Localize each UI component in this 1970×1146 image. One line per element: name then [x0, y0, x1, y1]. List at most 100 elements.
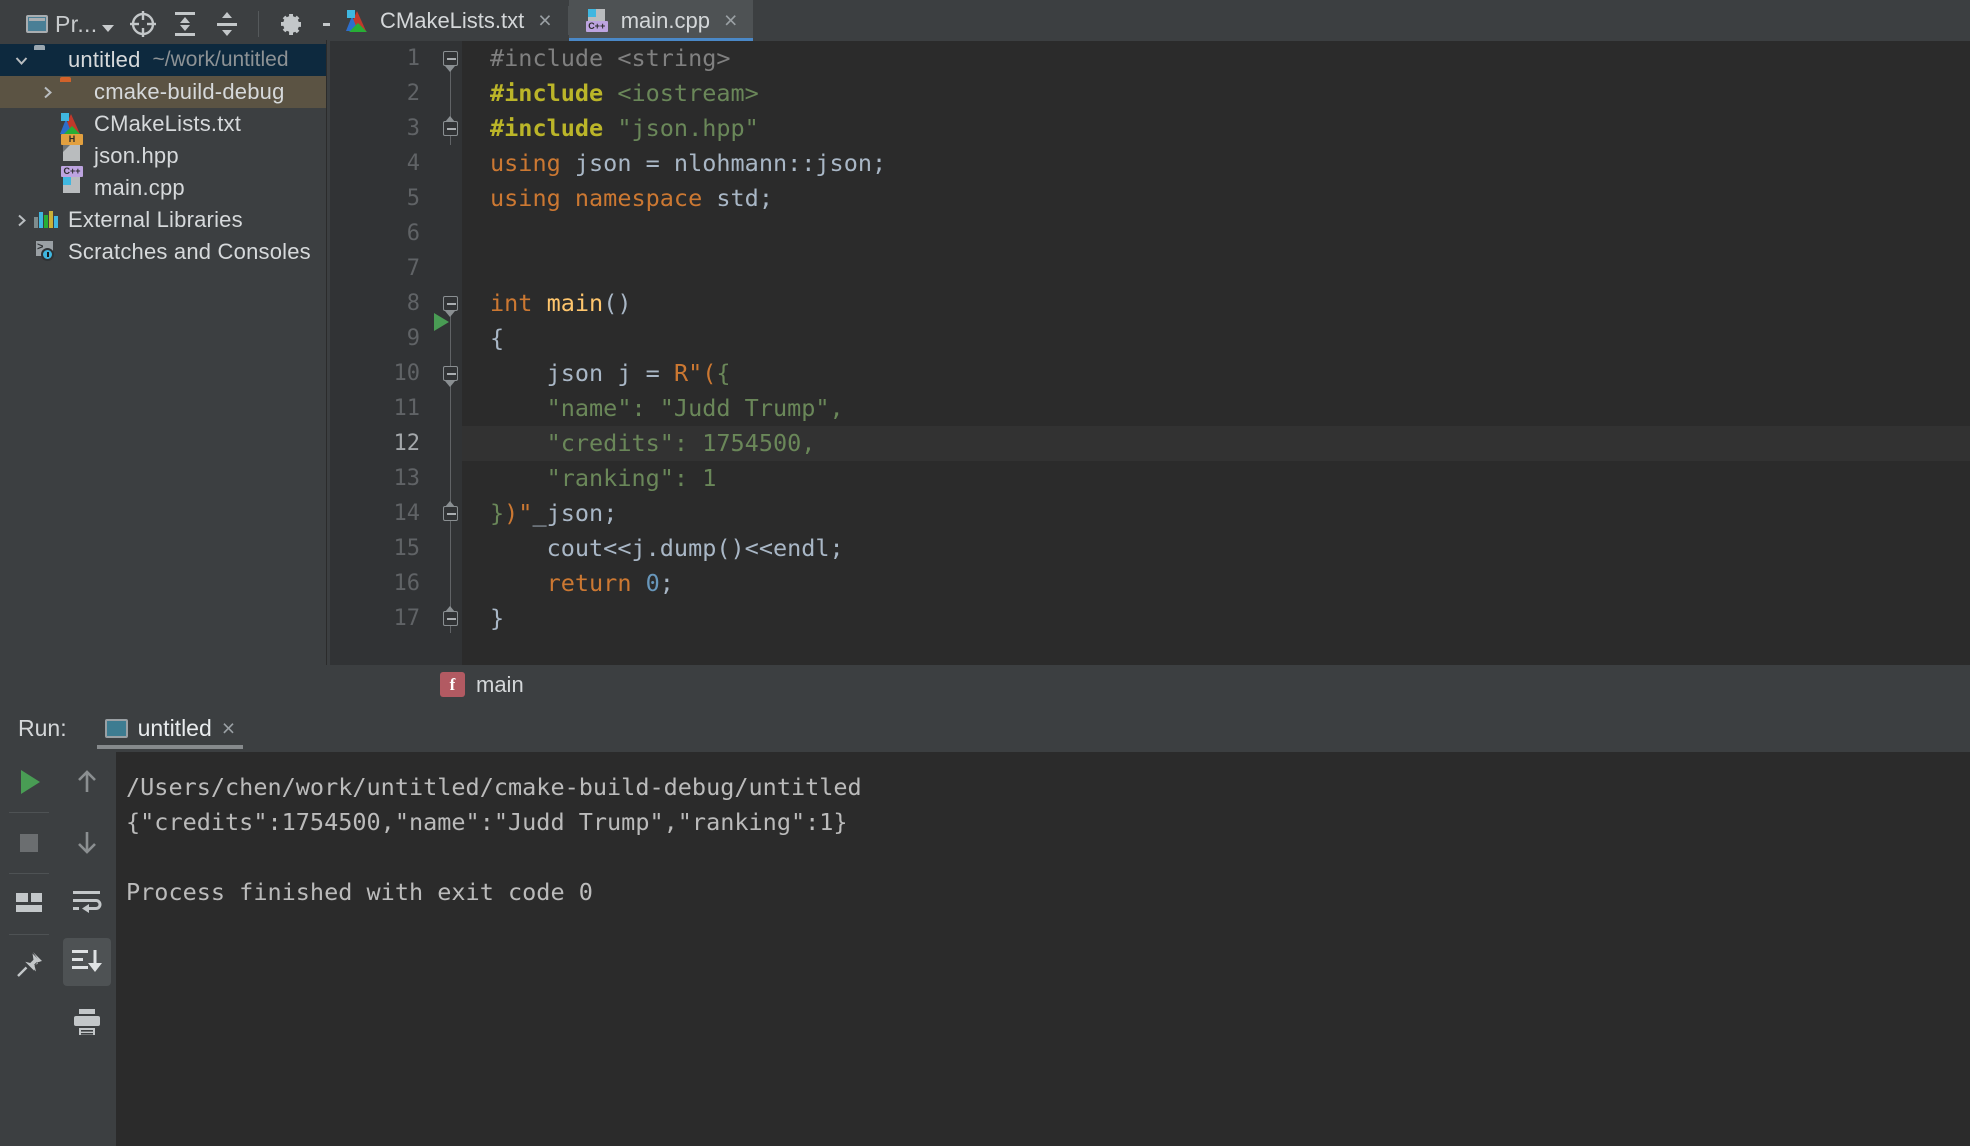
- code-line[interactable]: 5 using namespace std;: [330, 181, 1970, 216]
- tree-item-label: Scratches and Consoles: [68, 239, 311, 264]
- tree-item-external-libraries[interactable]: External Libraries: [0, 204, 326, 236]
- code-line[interactable]: 13 "ranking": 1: [330, 461, 1970, 496]
- code-line[interactable]: 17}: [330, 601, 1970, 636]
- run-console-output[interactable]: /Users/chen/work/untitled/cmake-build-de…: [116, 752, 1970, 1146]
- libraries-icon: [34, 209, 60, 231]
- print-button[interactable]: [58, 992, 116, 1052]
- code-token: _json;: [532, 499, 618, 527]
- code-line[interactable]: 9{: [330, 321, 1970, 356]
- close-icon[interactable]: ×: [724, 7, 737, 34]
- code-line[interactable]: 1 #include <string>: [330, 41, 1970, 76]
- close-icon[interactable]: ×: [538, 7, 551, 34]
- project-view-selector[interactable]: Pr...: [0, 4, 122, 44]
- console-line: Process finished with exit code 0: [126, 878, 593, 906]
- play-icon: [21, 770, 40, 794]
- print-icon: [74, 1009, 100, 1035]
- line-number: 4: [406, 151, 420, 176]
- code-line[interactable]: 7: [330, 251, 1970, 286]
- soft-wrap-button[interactable]: [58, 872, 116, 932]
- code-token: )": [504, 499, 533, 527]
- chevron-down-icon[interactable]: [8, 52, 34, 69]
- code-text: #include <iostream>: [484, 76, 759, 111]
- run-tab-untitled[interactable]: untitled ×: [96, 704, 244, 752]
- code-text: using json = nlohmann::json;: [484, 146, 886, 181]
- line-number: 1: [406, 46, 420, 71]
- code-text: json j = R"({: [484, 356, 731, 391]
- code-line[interactable]: 12 "credits": 1754500,: [330, 426, 1970, 461]
- run-toolbar-primary: [0, 752, 58, 1146]
- code-token: 0: [645, 569, 660, 597]
- code-text: "credits": 1754500,: [484, 426, 816, 461]
- editor-tab-cmakelists[interactable]: CMakeLists.txt ×: [330, 0, 568, 41]
- tree-item-label: json.hpp: [94, 143, 179, 168]
- code-token: R"(: [673, 359, 717, 387]
- tree-item-label: CMakeLists.txt: [94, 111, 242, 136]
- code-token: using: [490, 149, 575, 177]
- code-token: #include <string>: [490, 44, 731, 72]
- pin-tab-button[interactable]: [0, 935, 58, 995]
- tree-item-untitled[interactable]: untitled ~/work/untitled: [0, 44, 326, 76]
- expand-all-button[interactable]: [164, 4, 206, 44]
- code-token: using namespace: [490, 184, 717, 212]
- code-token: {: [716, 359, 731, 387]
- line-number: 5: [406, 186, 420, 211]
- editor-tab-main-cpp[interactable]: C++ main.cpp ×: [568, 0, 754, 41]
- code-line[interactable]: 14})"_json;: [330, 496, 1970, 531]
- layout-button[interactable]: [0, 874, 58, 934]
- code-text: }: [484, 601, 504, 636]
- console-line: {"credits":1754500,"name":"Judd Trump","…: [126, 808, 848, 836]
- soft-wrap-icon: [73, 891, 102, 913]
- code-line[interactable]: 15 cout<<j.dump()<<endl;: [330, 531, 1970, 566]
- code-text: return 0;: [484, 566, 674, 601]
- line-number: 10: [393, 361, 421, 386]
- down-arrow-button[interactable]: [58, 812, 116, 872]
- code-line[interactable]: 8 int main(): [330, 286, 1970, 331]
- line-number: 2: [406, 81, 420, 106]
- cpp-file-icon: C++: [585, 9, 611, 32]
- tree-item-json-hpp[interactable]: H json.hpp: [0, 134, 326, 172]
- code-token: <iostream>: [617, 79, 759, 107]
- breadcrumb-label[interactable]: main: [476, 672, 524, 698]
- line-number: 11: [393, 396, 421, 421]
- code-line[interactable]: 6: [330, 216, 1970, 251]
- tree-item-cmake-build-debug[interactable]: cmake-build-debug: [0, 76, 326, 108]
- stop-icon: [20, 834, 38, 852]
- rerun-button[interactable]: [0, 752, 58, 812]
- code-line[interactable]: 4 using json = nlohmann::json;: [330, 146, 1970, 181]
- code-token: {: [490, 324, 505, 352]
- scroll-to-end-button[interactable]: [58, 932, 116, 992]
- tree-item-scratches-and-consoles[interactable]: > Scratches and Consoles: [0, 236, 326, 268]
- up-arrow-button[interactable]: [58, 752, 116, 812]
- project-window-icon: [26, 15, 48, 33]
- code-line[interactable]: 11 "name": "Judd Trump",: [330, 391, 1970, 426]
- close-icon[interactable]: ×: [222, 715, 235, 742]
- expand-all-icon: [175, 12, 196, 36]
- tree-item-label: main.cpp: [94, 175, 185, 200]
- code-lines[interactable]: 1 #include <string> 2 #include <iostream> 3 #…: [330, 41, 1970, 665]
- clion-window: Pr... CMakeLists.txt × C++ main.cpp × un…: [0, 0, 1970, 1146]
- code-line[interactable]: 3 #include "json.hpp": [330, 111, 1970, 146]
- settings-button[interactable]: [269, 4, 311, 44]
- code-token: cout<<j.dump()<<endl;: [490, 534, 844, 562]
- collapse-all-button[interactable]: [206, 4, 248, 44]
- code-line[interactable]: 2 #include <iostream>: [330, 76, 1970, 111]
- code-token: }: [490, 604, 505, 632]
- toolbar-divider: [258, 11, 260, 37]
- code-line[interactable]: 10 json j = R"({: [330, 356, 1970, 391]
- tree-item-cmakelists[interactable]: CMakeLists.txt: [0, 108, 326, 140]
- target-crosshair-button[interactable]: [122, 4, 164, 44]
- run-gutter-icon[interactable]: [434, 312, 449, 331]
- code-line[interactable]: 16 return 0;: [330, 566, 1970, 601]
- stop-button[interactable]: [0, 813, 58, 873]
- code-editor[interactable]: 1 #include <string> 2 #include <iostream> 3 #…: [330, 41, 1970, 665]
- code-token: int: [490, 289, 547, 317]
- code-token: main: [546, 289, 604, 317]
- chevron-right-icon[interactable]: [8, 212, 34, 229]
- code-text: cout<<j.dump()<<endl;: [484, 531, 844, 566]
- tree-item-main-cpp[interactable]: C++ main.cpp: [0, 166, 326, 204]
- chevron-right-icon[interactable]: [34, 84, 60, 101]
- cpp-file-icon: C++: [60, 166, 86, 199]
- project-tool-window: untitled ~/work/untitled cmake-build-deb…: [0, 40, 327, 665]
